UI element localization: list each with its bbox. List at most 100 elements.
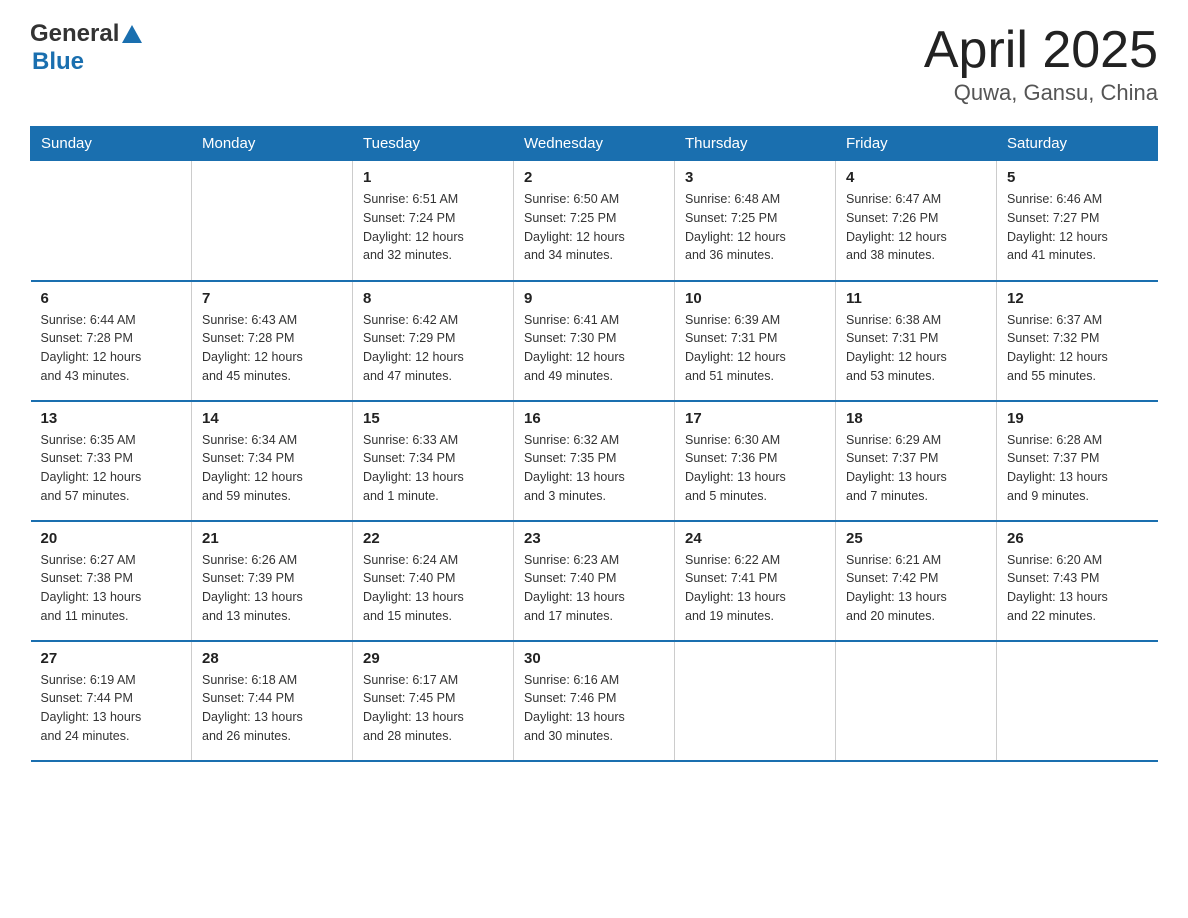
day-info: Sunrise: 6:38 AM Sunset: 7:31 PM Dayligh…: [846, 311, 986, 386]
day-info: Sunrise: 6:18 AM Sunset: 7:44 PM Dayligh…: [202, 671, 342, 746]
day-number: 7: [202, 290, 342, 307]
calendar-cell: 27 Sunrise: 6:19 AM Sunset: 7:44 PM Dayli…: [31, 641, 192, 761]
day-info: Sunrise: 6:33 AM Sunset: 7:34 PM Dayligh…: [363, 431, 503, 506]
day-number: 10: [685, 290, 825, 307]
calendar-cell: 10 Sunrise: 6:39 AM Sunset: 7:31 PM Dayli…: [675, 281, 836, 401]
day-info: Sunrise: 6:42 AM Sunset: 7:29 PM Dayligh…: [363, 311, 503, 386]
day-number: 23: [524, 530, 664, 547]
day-number: 15: [363, 410, 503, 427]
weekday-header-wednesday: Wednesday: [514, 127, 675, 161]
day-number: 2: [524, 169, 664, 186]
weekday-header-thursday: Thursday: [675, 127, 836, 161]
day-info: Sunrise: 6:37 AM Sunset: 7:32 PM Dayligh…: [1007, 311, 1148, 386]
day-number: 28: [202, 650, 342, 667]
day-info: Sunrise: 6:28 AM Sunset: 7:37 PM Dayligh…: [1007, 431, 1148, 506]
calendar-cell: 3 Sunrise: 6:48 AM Sunset: 7:25 PM Daylig…: [675, 161, 836, 281]
calendar-cell: 23 Sunrise: 6:23 AM Sunset: 7:40 PM Dayli…: [514, 521, 675, 641]
calendar-cell: 21 Sunrise: 6:26 AM Sunset: 7:39 PM Dayli…: [192, 521, 353, 641]
weekday-header-monday: Monday: [192, 127, 353, 161]
calendar-week-row: 13 Sunrise: 6:35 AM Sunset: 7:33 PM Dayli…: [31, 401, 1158, 521]
calendar-cell: 28 Sunrise: 6:18 AM Sunset: 7:44 PM Dayli…: [192, 641, 353, 761]
day-info: Sunrise: 6:29 AM Sunset: 7:37 PM Dayligh…: [846, 431, 986, 506]
calendar-cell: [675, 641, 836, 761]
day-info: Sunrise: 6:41 AM Sunset: 7:30 PM Dayligh…: [524, 311, 664, 386]
day-number: 9: [524, 290, 664, 307]
calendar-cell: 14 Sunrise: 6:34 AM Sunset: 7:34 PM Dayli…: [192, 401, 353, 521]
day-info: Sunrise: 6:43 AM Sunset: 7:28 PM Dayligh…: [202, 311, 342, 386]
day-number: 18: [846, 410, 986, 427]
logo-blue-text: Blue: [32, 48, 84, 76]
title-block: April 2025 Quwa, Gansu, China: [924, 20, 1158, 106]
calendar-cell: 18 Sunrise: 6:29 AM Sunset: 7:37 PM Dayli…: [836, 401, 997, 521]
logo-triangle-icon: [122, 25, 142, 43]
day-number: 26: [1007, 530, 1148, 547]
day-number: 12: [1007, 290, 1148, 307]
day-number: 22: [363, 530, 503, 547]
day-info: Sunrise: 6:35 AM Sunset: 7:33 PM Dayligh…: [41, 431, 182, 506]
day-info: Sunrise: 6:51 AM Sunset: 7:24 PM Dayligh…: [363, 190, 503, 265]
calendar-cell: [836, 641, 997, 761]
day-info: Sunrise: 6:48 AM Sunset: 7:25 PM Dayligh…: [685, 190, 825, 265]
day-number: 1: [363, 169, 503, 186]
day-number: 30: [524, 650, 664, 667]
day-number: 14: [202, 410, 342, 427]
day-info: Sunrise: 6:23 AM Sunset: 7:40 PM Dayligh…: [524, 551, 664, 626]
day-info: Sunrise: 6:26 AM Sunset: 7:39 PM Dayligh…: [202, 551, 342, 626]
calendar-week-row: 1 Sunrise: 6:51 AM Sunset: 7:24 PM Daylig…: [31, 161, 1158, 281]
weekday-header-sunday: Sunday: [31, 127, 192, 161]
day-number: 21: [202, 530, 342, 547]
month-title: April 2025: [924, 20, 1158, 80]
day-number: 17: [685, 410, 825, 427]
calendar-cell: 5Sunrise: 6:46 AM Sunset: 7:27 PM Daylig…: [997, 161, 1158, 281]
calendar-cell: [31, 161, 192, 281]
weekday-header-saturday: Saturday: [997, 127, 1158, 161]
day-info: Sunrise: 6:19 AM Sunset: 7:44 PM Dayligh…: [41, 671, 182, 746]
logo: General Blue: [30, 20, 142, 76]
day-number: 3: [685, 169, 825, 186]
day-info: Sunrise: 6:32 AM Sunset: 7:35 PM Dayligh…: [524, 431, 664, 506]
day-number: 6: [41, 290, 182, 307]
calendar-cell: 16 Sunrise: 6:32 AM Sunset: 7:35 PM Dayli…: [514, 401, 675, 521]
day-number: 25: [846, 530, 986, 547]
day-number: 19: [1007, 410, 1148, 427]
calendar-cell: 20 Sunrise: 6:27 AM Sunset: 7:38 PM Dayli…: [31, 521, 192, 641]
calendar-week-row: 20 Sunrise: 6:27 AM Sunset: 7:38 PM Dayli…: [31, 521, 1158, 641]
calendar-cell: 12 Sunrise: 6:37 AM Sunset: 7:32 PM Dayli…: [997, 281, 1158, 401]
day-info: Sunrise: 6:47 AM Sunset: 7:26 PM Dayligh…: [846, 190, 986, 265]
calendar-week-row: 27 Sunrise: 6:19 AM Sunset: 7:44 PM Dayli…: [31, 641, 1158, 761]
day-number: 29: [363, 650, 503, 667]
calendar-cell: 7 Sunrise: 6:43 AM Sunset: 7:28 PM Daylig…: [192, 281, 353, 401]
calendar-cell: 29 Sunrise: 6:17 AM Sunset: 7:45 PM Dayli…: [353, 641, 514, 761]
calendar-cell: 6 Sunrise: 6:44 AM Sunset: 7:28 PM Daylig…: [31, 281, 192, 401]
calendar-cell: 2Sunrise: 6:50 AM Sunset: 7:25 PM Daylig…: [514, 161, 675, 281]
calendar-header: SundayMondayTuesdayWednesdayThursdayFrid…: [31, 127, 1158, 161]
calendar-cell: 13 Sunrise: 6:35 AM Sunset: 7:33 PM Dayli…: [31, 401, 192, 521]
day-number: 16: [524, 410, 664, 427]
calendar-cell: 11 Sunrise: 6:38 AM Sunset: 7:31 PM Dayli…: [836, 281, 997, 401]
calendar-cell: 26Sunrise: 6:20 AM Sunset: 7:43 PM Dayli…: [997, 521, 1158, 641]
day-info: Sunrise: 6:44 AM Sunset: 7:28 PM Dayligh…: [41, 311, 182, 386]
day-number: 20: [41, 530, 182, 547]
day-info: Sunrise: 6:27 AM Sunset: 7:38 PM Dayligh…: [41, 551, 182, 626]
calendar-table: SundayMondayTuesdayWednesdayThursdayFrid…: [30, 126, 1158, 762]
location-title: Quwa, Gansu, China: [924, 80, 1158, 106]
calendar-cell: 25 Sunrise: 6:21 AM Sunset: 7:42 PM Dayli…: [836, 521, 997, 641]
calendar-cell: 4Sunrise: 6:47 AM Sunset: 7:26 PM Daylig…: [836, 161, 997, 281]
day-info: Sunrise: 6:39 AM Sunset: 7:31 PM Dayligh…: [685, 311, 825, 386]
day-info: Sunrise: 6:16 AM Sunset: 7:46 PM Dayligh…: [524, 671, 664, 746]
calendar-cell: [997, 641, 1158, 761]
day-info: Sunrise: 6:34 AM Sunset: 7:34 PM Dayligh…: [202, 431, 342, 506]
calendar-cell: 30 Sunrise: 6:16 AM Sunset: 7:46 PM Dayli…: [514, 641, 675, 761]
day-number: 5: [1007, 169, 1148, 186]
calendar-cell: 22Sunrise: 6:24 AM Sunset: 7:40 PM Dayli…: [353, 521, 514, 641]
page-header: General Blue April 2025 Quwa, Gansu, Chi…: [30, 20, 1158, 106]
day-number: 27: [41, 650, 182, 667]
day-number: 24: [685, 530, 825, 547]
day-info: Sunrise: 6:30 AM Sunset: 7:36 PM Dayligh…: [685, 431, 825, 506]
day-info: Sunrise: 6:17 AM Sunset: 7:45 PM Dayligh…: [363, 671, 503, 746]
weekday-header-friday: Friday: [836, 127, 997, 161]
day-number: 13: [41, 410, 182, 427]
calendar-cell: 1 Sunrise: 6:51 AM Sunset: 7:24 PM Daylig…: [353, 161, 514, 281]
day-info: Sunrise: 6:21 AM Sunset: 7:42 PM Dayligh…: [846, 551, 986, 626]
day-number: 11: [846, 290, 986, 307]
